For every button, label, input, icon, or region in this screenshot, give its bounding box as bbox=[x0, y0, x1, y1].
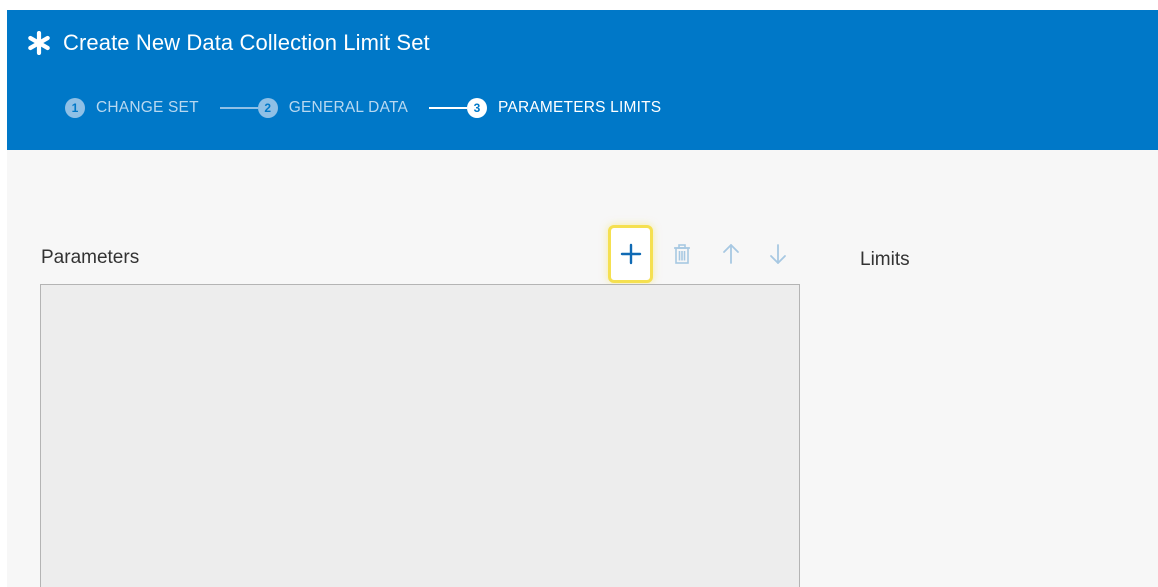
wizard-step-general-data[interactable]: 2 GENERAL DATA bbox=[257, 98, 409, 118]
step-label: GENERAL DATA bbox=[288, 99, 409, 116]
step-number: 2 bbox=[257, 98, 278, 118]
parameters-label: Parameters bbox=[41, 247, 140, 268]
wizard-steps: 1 CHANGE SET 2 GENERAL DATA 3 PARAMETERS… bbox=[65, 97, 661, 119]
step-label: PARAMETERS LIMITS bbox=[498, 99, 662, 116]
step-connector bbox=[429, 107, 468, 109]
wizard-dialog: Create New Data Collection Limit Set 1 C… bbox=[7, 10, 1158, 587]
title-row: Create New Data Collection Limit Set bbox=[27, 28, 430, 58]
plus-icon bbox=[620, 243, 641, 265]
wizard-step-parameters-limits[interactable]: 3 PARAMETERS LIMITS bbox=[467, 98, 661, 118]
delete-parameter-button[interactable] bbox=[660, 225, 704, 283]
add-parameter-button[interactable] bbox=[608, 225, 653, 283]
step-label: CHANGE SET bbox=[96, 99, 199, 116]
dialog-header: Create New Data Collection Limit Set 1 C… bbox=[7, 10, 1158, 150]
trash-icon bbox=[674, 244, 690, 264]
step-number: 1 bbox=[65, 98, 85, 118]
limits-label: Limits bbox=[860, 249, 910, 270]
step-number: 3 bbox=[467, 98, 488, 118]
move-up-button[interactable] bbox=[709, 225, 753, 283]
arrow-up-icon bbox=[723, 244, 739, 264]
arrow-down-icon bbox=[770, 244, 786, 264]
dialog-title: Create New Data Collection Limit Set bbox=[63, 30, 430, 55]
move-down-button[interactable] bbox=[756, 225, 800, 283]
parameters-list[interactable] bbox=[40, 284, 800, 587]
wizard-step-change-set[interactable]: 1 CHANGE SET bbox=[65, 98, 199, 118]
asterisk-icon bbox=[28, 31, 50, 55]
step-connector bbox=[219, 107, 258, 109]
